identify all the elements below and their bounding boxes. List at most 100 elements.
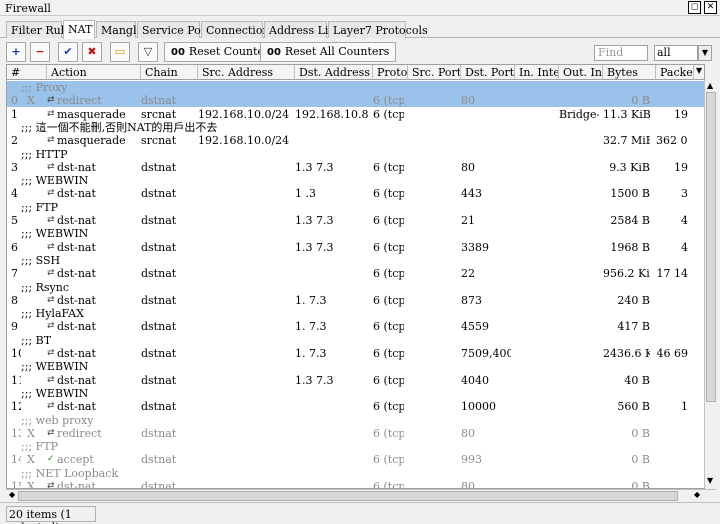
comment-icon[interactable]: ▭	[110, 42, 130, 62]
vertical-scroll-thumb[interactable]	[706, 92, 716, 402]
table-row[interactable]: 7 dst-nat⇄ dstnat 6 (tcp) 22 956.2 KiB 17 14	[7, 267, 704, 280]
table-row[interactable]: 3 dst-nat⇄ dstnat 1.3 7.3 6 (tcp) 80 9.3 KiB 19	[7, 161, 704, 174]
reset-all-counters-button[interactable]: 00 Reset All Counters	[260, 42, 397, 62]
table-row[interactable]: 13 Xredirect⇄ dstnat 6 (tcp) 80 0 B	[7, 427, 704, 440]
cell-dport: 443	[461, 187, 482, 201]
disable-icon[interactable]: ✖	[82, 42, 102, 62]
scroll-left-icon[interactable]: ◆	[9, 490, 15, 499]
cell-dst: 1.3 7.3	[295, 373, 334, 387]
column-menu-icon[interactable]: ▼	[694, 65, 704, 80]
tab-service-ports[interactable]: Service Ports	[137, 21, 216, 38]
cell-dst: 1.3 7.3	[295, 214, 334, 227]
rule-comment[interactable]: ;;; 這一個不能刪,否則NAT的用戶出不去	[7, 121, 704, 134]
table-row[interactable]: 11 dst-nat⇄ dstnat 1.3 7.3 6 (tcp) 4040 40 B	[7, 373, 704, 387]
restore-button[interactable]: ◻	[688, 1, 701, 14]
table-row[interactable]: 15 Xdst-nat⇄ dstnat 6 (tcp) 80 0 B	[7, 480, 704, 489]
tab-layer7-protocols[interactable]: Layer7 Protocols	[328, 21, 428, 38]
cell-flag	[27, 294, 37, 307]
column-header-dst-address[interactable]: Dst. Address	[295, 65, 373, 80]
cell-action: dst-nat	[57, 293, 96, 307]
cell-src	[198, 294, 291, 307]
filter-select[interactable]: all	[654, 45, 698, 61]
column-header-protocol[interactable]: Proto...	[373, 65, 408, 80]
rule-comment[interactable]: ;;; Rsync	[7, 280, 704, 294]
add-icon[interactable]: +	[6, 42, 26, 62]
cell-bytes: 11.3 KiB	[603, 107, 650, 121]
cell-src	[198, 267, 291, 280]
column-header-src-port[interactable]: Src. Port	[408, 65, 461, 80]
table-row[interactable]: 2 masquerade ⇄ srcnat 192.168.10.0/24 32.7 Mi…	[7, 134, 704, 147]
scroll-down-icon[interactable]: ▼	[707, 476, 713, 485]
table-row[interactable]: 4 dst-nat⇄ dstnat 1 .3 6 (tcp) 443 1500 B 3	[7, 187, 704, 201]
column-header-chain[interactable]: Chain	[141, 65, 198, 80]
close-button[interactable]: ✕	[704, 1, 717, 14]
dst-nat-icon: ⇄	[47, 321, 55, 332]
rule-comment[interactable]: ;;; SSH	[7, 254, 704, 267]
rule-comment[interactable]: ;;; WEBWIN	[7, 174, 704, 187]
column-header-number[interactable]: #	[7, 65, 47, 80]
vertical-scrollbar[interactable]: ▲ ▼	[704, 80, 716, 488]
tab-filter-rules[interactable]: Filter Rules	[6, 21, 76, 38]
rule-comment[interactable]: ;;; web proxy	[7, 414, 704, 427]
find-input[interactable]: Find	[594, 45, 648, 61]
rule-comment[interactable]: ;;; NET Loopback	[7, 467, 704, 480]
rule-comment[interactable]: ;;; HTTP	[7, 148, 704, 161]
cell-sport	[408, 400, 457, 413]
horizontal-scroll-thumb[interactable]	[18, 491, 678, 501]
tab-nat[interactable]: NAT	[63, 20, 95, 39]
column-header-in-interface[interactable]: In. Inte...	[515, 65, 559, 80]
rule-comment[interactable]: ;;; FTP	[7, 201, 704, 214]
redirect-icon: ⇄	[47, 95, 55, 106]
table-row[interactable]: 1 masquerade ⇄ srcnat 192.168.10.0/24 192.168…	[7, 107, 704, 121]
filter-icon[interactable]: ▽	[138, 42, 158, 62]
comment-text: ;;; Rsync	[21, 280, 70, 294]
cell-proto: 6 (tcp)	[373, 320, 404, 334]
comment-text: ;;; WEBWIN	[21, 227, 89, 241]
table-row[interactable]: 0Xredirect⇄ dstnat 6 (tcp) 80 0 B	[7, 94, 704, 108]
chevron-down-icon[interactable]: ▼	[698, 45, 712, 61]
cell-packets	[656, 374, 688, 387]
column-header-bytes[interactable]: Bytes	[603, 65, 656, 80]
scroll-up-icon[interactable]: ▲	[707, 81, 713, 90]
cell-out	[559, 267, 599, 280]
cell-flag	[27, 187, 37, 200]
table-row[interactable]: 12 dst-nat⇄ dstnat 6 (tcp) 10000 560 B 1	[7, 400, 704, 413]
table-row[interactable]: 6 dst-nat⇄ dstnat 1.3 7.3 6 (tcp) 3389 1968 B 4	[7, 241, 704, 254]
tab-mangle[interactable]: Mangle	[96, 21, 143, 38]
table-row[interactable]: 10 dst-nat⇄ dstnat 1. 7.3 6 (tcp) 7509,400...…	[7, 347, 704, 360]
enable-icon[interactable]: ✔	[58, 42, 78, 62]
cell-dport: 80	[461, 94, 475, 108]
cell-flag: X	[27, 94, 35, 108]
cell-dst: 1 .3	[295, 187, 316, 201]
column-header-src-address[interactable]: Src. Address	[198, 65, 295, 80]
cell-flag: X	[27, 453, 35, 467]
table-row[interactable]: 14 Xaccept✓ dstnat 6 (tcp) 993 0 B	[7, 453, 704, 467]
rule-comment[interactable]: ;;; HylaFAX	[7, 307, 704, 320]
rule-comment[interactable]: ;;; FTP	[7, 440, 704, 453]
scroll-right-icon[interactable]: ◆	[694, 490, 700, 499]
horizontal-scrollbar[interactable]: ◆ ◆	[6, 489, 716, 501]
column-header-packets[interactable]: Packets	[656, 65, 694, 80]
tab-address-lists[interactable]: Address Lists	[264, 21, 344, 38]
tab-connections[interactable]: Connections	[201, 21, 275, 38]
cell-action: accept	[57, 453, 94, 467]
column-header-action[interactable]: Action	[47, 65, 141, 80]
column-header-out-interface[interactable]: Out. Int...	[559, 65, 603, 80]
rule-comment[interactable]: ;;; BT	[7, 334, 704, 347]
table-row[interactable]: 5 dst-nat⇄ dstnat 1.3 7.3 6 (tcp) 21 2584 B 4	[7, 214, 704, 227]
cell-sport	[408, 267, 457, 280]
cell-in	[515, 453, 555, 466]
column-header-dst-port[interactable]: Dst. Port	[461, 65, 515, 80]
rule-comment[interactable]: ;;; WEBWIN	[7, 360, 704, 373]
rule-comment[interactable]: ;;; WEBWIN	[7, 387, 704, 400]
remove-icon[interactable]: −	[30, 42, 50, 62]
cell-in	[515, 374, 555, 387]
rule-comment[interactable]: ;;; WEBWIN	[7, 227, 704, 241]
rule-comment[interactable]: ;;; Proxy	[7, 81, 704, 94]
cell-in	[515, 347, 555, 360]
cell-src	[198, 427, 291, 440]
table-row[interactable]: 9 dst-nat⇄ dstnat 1. 7.3 6 (tcp) 4559 417 B	[7, 320, 704, 334]
cell-num: 14	[11, 453, 21, 467]
table-row[interactable]: 8 dst-nat⇄ dstnat 1. 7.3 6 (tcp) 873 240 B	[7, 293, 704, 307]
cell-flag: X	[27, 480, 35, 489]
